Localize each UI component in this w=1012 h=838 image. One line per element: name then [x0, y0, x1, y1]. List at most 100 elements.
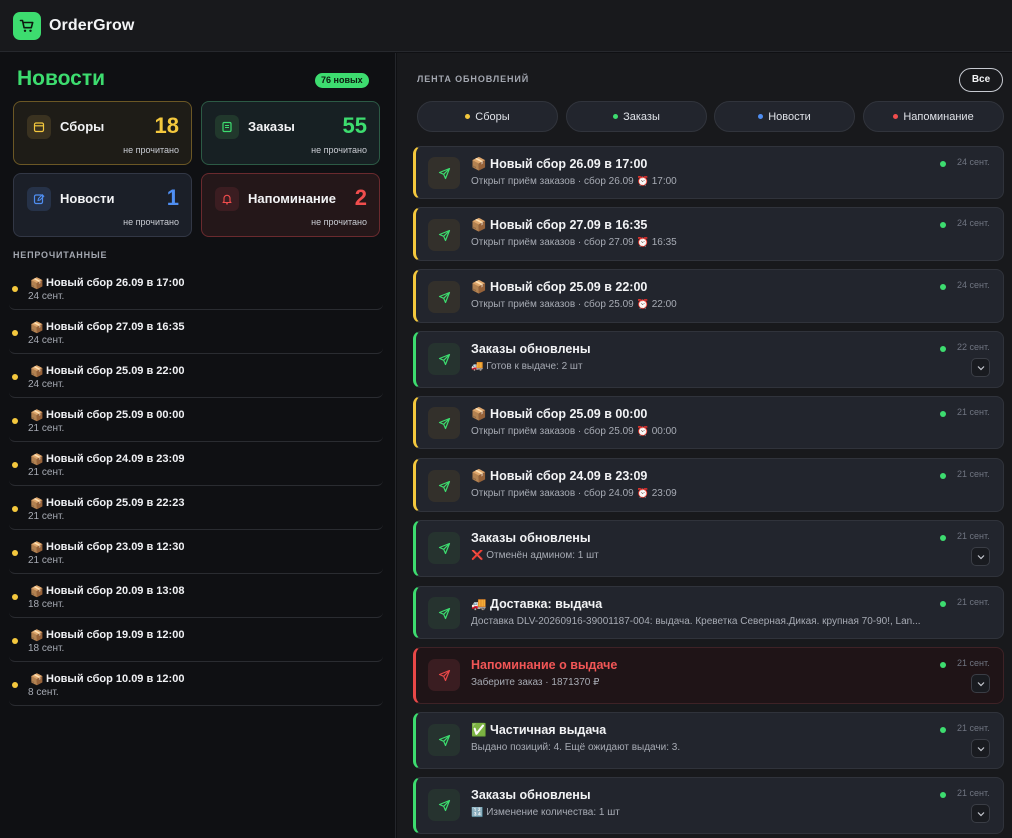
feed-card[interactable]: 📦 Новый сбор 24.09 в 23:09 Открыт приём …: [413, 458, 1004, 512]
stat-card-news[interactable]: Новости 1 не прочитано: [13, 173, 192, 237]
feed-card[interactable]: 📦 Новый сбор 26.09 в 17:00 Открыт приём …: [413, 146, 1004, 199]
feed-card[interactable]: Заказы обновлены ❌ Отменён админом: 1 шт…: [413, 520, 1004, 577]
chevron-down-icon[interactable]: [971, 358, 990, 377]
card-subtitle: Открыт приём заказов · сбор 25.09 ⏰ 00:0…: [471, 426, 677, 437]
feed-card[interactable]: Заказы обновлены 🔢 Изменение количества:…: [413, 777, 1004, 834]
package-icon: 📦: [30, 454, 44, 466]
filter-dot: [893, 114, 899, 119]
item-title: Новый сбор 23.09 в 12:30: [46, 541, 185, 553]
status-dot: [940, 411, 946, 417]
card-subtitle: Доставка DLV-20260916-39001187-004: выда…: [471, 616, 921, 627]
card-date: 24 сент.: [957, 218, 990, 228]
card-date: 24 сент.: [957, 157, 990, 167]
list-item[interactable]: 📦 Новый сбор 25.09 в 22:23 21 сент.: [9, 486, 383, 530]
list-item[interactable]: 📦 Новый сбор 25.09 в 00:00 21 сент.: [9, 398, 383, 442]
stat-card-orders[interactable]: Заказы 55 не прочитано: [201, 101, 380, 165]
new-count-badge: 76 новых: [315, 73, 369, 88]
feed-card[interactable]: 📦 Новый сбор 25.09 в 22:00 Открыт приём …: [413, 269, 1004, 323]
card-date: 21 сент.: [957, 407, 990, 417]
card-title: ✅ Частичная выдача: [471, 723, 607, 737]
card-subtitle: Открыт приём заказов · сбор 25.09 ⏰ 22:0…: [471, 299, 677, 310]
card-subtitle: 🔢 Изменение количества: 1 шт: [471, 807, 620, 818]
feed-card-reminder[interactable]: Напоминание о выдаче Заберите заказ · 18…: [413, 647, 1004, 704]
status-dot: [940, 473, 946, 479]
list-item[interactable]: 📦 Новый сбор 27.09 в 16:35 24 сент.: [9, 310, 383, 354]
feed-card[interactable]: ✅ Частичная выдача Выдано позиций: 4. Ещ…: [413, 712, 1004, 769]
feed-card[interactable]: 🚚 Доставка: выдача Доставка DLV-20260916…: [413, 586, 1004, 639]
list-item[interactable]: 📦 Новый сбор 25.09 в 22:00 24 сент.: [9, 354, 383, 398]
stat-sub: не прочитано: [311, 217, 367, 227]
stat-sub: не прочитано: [123, 145, 179, 155]
filter-reminders[interactable]: Напоминание: [863, 101, 1004, 132]
card-date: 21 сент.: [957, 788, 990, 798]
item-title: Новый сбор 27.09 в 16:35: [46, 321, 185, 333]
filter-label: Напоминание: [903, 110, 974, 123]
cart-icon[interactable]: [13, 11, 41, 40]
filter-label: Сборы: [475, 110, 510, 123]
feed-card[interactable]: 📦 Новый сбор 27.09 в 16:35 Открыт приём …: [413, 207, 1004, 261]
unread-dot: [12, 550, 18, 556]
filter-collections[interactable]: Сборы: [417, 101, 558, 132]
news-panel: Новости 76 новых Сборы 18 не прочитано З…: [0, 53, 396, 838]
list-item[interactable]: 📦 Новый сбор 20.09 в 13:08 18 сент.: [9, 574, 383, 618]
stat-card-collections[interactable]: Сборы 18 не прочитано: [13, 101, 192, 165]
stat-card-reminders[interactable]: Напоминание 2 не прочитано: [201, 173, 380, 237]
status-dot: [940, 727, 946, 733]
card-title: Заказы обновлены: [471, 531, 591, 545]
filter-label: Заказы: [623, 110, 660, 123]
unread-dot: [12, 506, 18, 512]
send-icon: [428, 532, 460, 564]
send-icon: [428, 659, 460, 691]
card-title: 🚚 Доставка: выдача: [471, 597, 603, 611]
unread-dot: [12, 638, 18, 644]
filter-dot: [465, 114, 471, 119]
card-title: Напоминание о выдаче: [471, 658, 618, 672]
chevron-down-icon[interactable]: [971, 674, 990, 693]
send-icon: [428, 789, 460, 821]
item-date: 21 сент.: [28, 511, 65, 522]
feed-card[interactable]: Заказы обновлены 🚚 Готов к выдаче: 2 шт …: [413, 331, 1004, 388]
item-date: 24 сент.: [28, 379, 65, 390]
item-date: 8 сент.: [28, 687, 59, 698]
feed-card[interactable]: 📦 Новый сбор 25.09 в 00:00 Открыт приём …: [413, 396, 1004, 449]
chevron-down-icon[interactable]: [971, 547, 990, 566]
list-item[interactable]: 📦 Новый сбор 23.09 в 12:30 21 сент.: [9, 530, 383, 574]
news-title: Новости: [17, 67, 106, 90]
card-date: 21 сент.: [957, 723, 990, 733]
item-date: 18 сент.: [28, 643, 65, 654]
chevron-down-icon[interactable]: [971, 804, 990, 823]
card-date: 21 сент.: [957, 658, 990, 668]
card-date: 22 сент.: [957, 342, 990, 352]
filter-orders[interactable]: Заказы: [566, 101, 707, 132]
unread-dot: [12, 682, 18, 688]
unread-dot: [12, 374, 18, 380]
card-title: 📦 Новый сбор 27.09 в 16:35: [471, 218, 648, 232]
filter-news[interactable]: Новости: [714, 101, 855, 132]
card-subtitle: 🚚 Готов к выдаче: 2 шт: [471, 361, 583, 372]
list-item[interactable]: 📦 Новый сбор 19.09 в 12:00 18 сент.: [9, 618, 383, 662]
card-title: Заказы обновлены: [471, 788, 591, 802]
item-title: Новый сбор 25.09 в 00:00: [46, 409, 185, 421]
item-title: Новый сбор 26.09 в 17:00: [46, 277, 185, 289]
list-item[interactable]: 📦 Новый сбор 26.09 в 17:00 24 сент.: [9, 266, 383, 310]
list-item[interactable]: 📦 Новый сбор 10.09 в 12:00 8 сент.: [9, 662, 383, 706]
package-icon: 📦: [30, 366, 44, 378]
status-dot: [940, 284, 946, 290]
list-item[interactable]: 📦 Новый сбор 24.09 в 23:09 21 сент.: [9, 442, 383, 486]
stat-sub: не прочитано: [311, 145, 367, 155]
bell-icon: [215, 187, 239, 211]
card-subtitle: Заберите заказ · 1871370 ₽: [471, 677, 600, 688]
package-icon: 📦: [30, 498, 44, 510]
card-title: 📦 Новый сбор 25.09 в 00:00: [471, 407, 648, 421]
filter-dot: [758, 114, 764, 119]
all-button[interactable]: Все: [959, 68, 1003, 92]
unread-dot: [12, 330, 18, 336]
unread-dot: [12, 594, 18, 600]
chevron-down-icon[interactable]: [971, 739, 990, 758]
item-title: Новый сбор 25.09 в 22:00: [46, 365, 185, 377]
app-name[interactable]: OrderGrow: [49, 17, 134, 35]
package-icon: 📦: [30, 586, 44, 598]
item-date: 21 сент.: [28, 423, 65, 434]
send-icon: [428, 343, 460, 375]
filter-label: Новости: [768, 110, 811, 123]
